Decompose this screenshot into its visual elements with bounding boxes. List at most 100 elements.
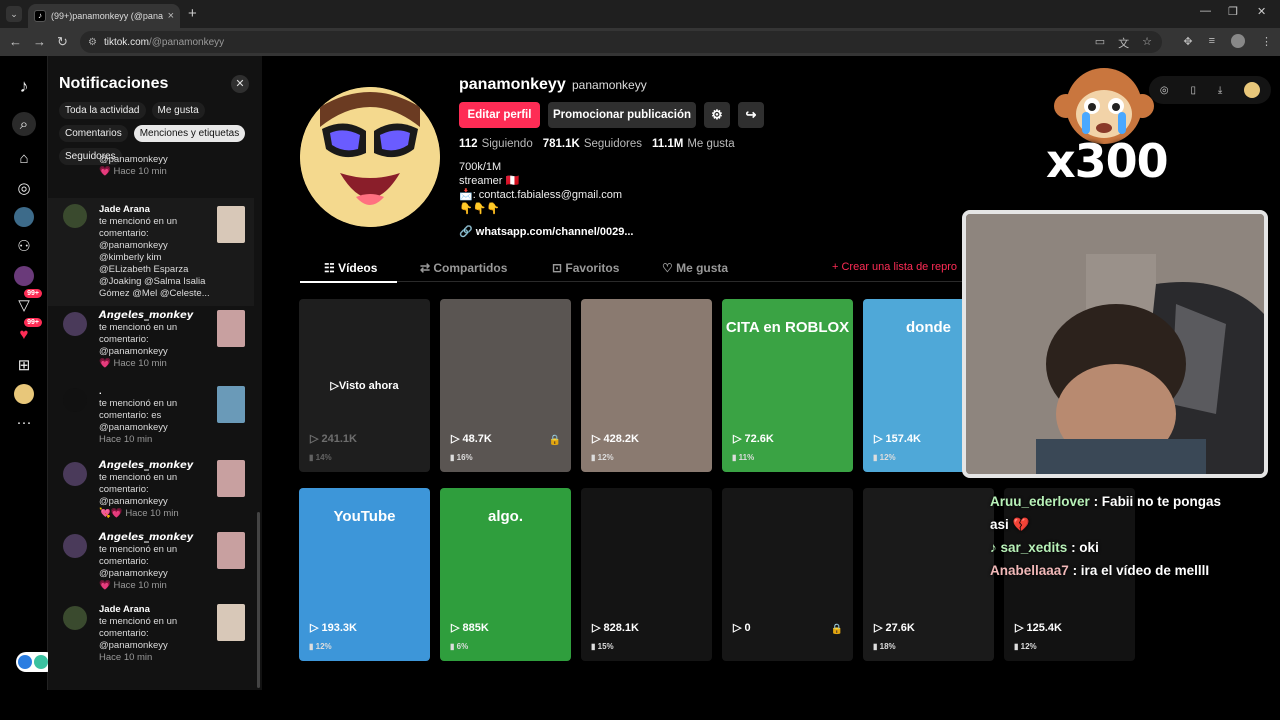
video-card[interactable]: ▷ Visto ahora ▷ 241.1K ▮ 14% bbox=[299, 299, 430, 472]
avatar[interactable] bbox=[63, 388, 87, 412]
activity-icon[interactable]: ▽ 99+ bbox=[12, 289, 42, 317]
filter-chip[interactable]: Comentarios bbox=[59, 125, 128, 142]
avatar[interactable] bbox=[63, 312, 87, 336]
profile-link[interactable]: 🔗 whatsapp.com/channel/0029... bbox=[459, 225, 634, 238]
url-input[interactable]: ⚙ tiktok.com/@panamonkeyy ▭ 文 ☆ bbox=[80, 31, 1162, 53]
notification-text: te mencionó en un bbox=[99, 322, 178, 333]
tab-close-icon[interactable]: × bbox=[168, 10, 174, 22]
stat-item[interactable]: 112 Siguiendo bbox=[459, 138, 533, 150]
following-avatar[interactable] bbox=[12, 205, 36, 229]
filter-chip[interactable]: Toda la actividad bbox=[59, 102, 146, 119]
video-card[interactable]: ▷ 828.1K ▮ 15% bbox=[581, 488, 712, 661]
promote-post-button[interactable]: Promocionar publicación bbox=[548, 102, 696, 128]
forward-icon[interactable]: → bbox=[33, 34, 46, 49]
url-path: /@panamonkeyy bbox=[148, 36, 225, 48]
video-card[interactable]: CITA en ROBLOX ▷ 72.6K ▮ 11% bbox=[722, 299, 853, 472]
video-card[interactable]: algo. ▷ 885K ▮ 6% bbox=[440, 488, 571, 661]
more-icon[interactable]: ··· bbox=[12, 410, 36, 434]
video-card[interactable]: ▷ 428.2K ▮ 12% bbox=[581, 299, 712, 472]
notification-text: comentario: bbox=[99, 556, 149, 567]
explore-icon[interactable]: ◎ bbox=[12, 176, 36, 200]
window-close-icon[interactable]: ✕ bbox=[1257, 5, 1266, 18]
tab-favorites[interactable]: ⊡ Favoritos bbox=[552, 261, 619, 275]
notification-thumbnail[interactable] bbox=[217, 460, 245, 497]
notification-item[interactable]: 𝘼𝙣𝙜𝙚𝙡𝙚𝙨_𝙢𝙤𝙣𝙠𝙚𝙮 te mencionó en un comentari… bbox=[48, 532, 254, 592]
notification-time: Hace 10 min bbox=[113, 580, 167, 591]
retention-percent: 12% bbox=[315, 642, 332, 651]
notification-user-name[interactable]: 𝘼𝙣𝙜𝙚𝙡𝙚𝙨_𝙢𝙤𝙣𝙠𝙚𝙮 bbox=[99, 532, 211, 544]
settings-gear-icon[interactable]: ⚙ bbox=[704, 102, 730, 128]
notification-thumbnail[interactable] bbox=[217, 310, 245, 347]
tab-liked[interactable]: ♡ Me gusta bbox=[662, 261, 728, 275]
extensions-icon[interactable]: ✥ bbox=[1183, 35, 1192, 48]
create-playlist-button[interactable]: + Crear una lista de repro bbox=[832, 261, 957, 273]
edit-profile-button[interactable]: Editar perfil bbox=[459, 102, 540, 128]
notification-user-name[interactable]: . bbox=[99, 386, 211, 398]
notification-user-name[interactable]: 𝘼𝙣𝙜𝙚𝙡𝙚𝙨_𝙢𝙤𝙣𝙠𝙚𝙮 bbox=[99, 460, 211, 472]
cast-icon[interactable]: ▭ bbox=[1095, 35, 1105, 51]
notification-item[interactable]: @panamonkeyy 💗 Hace 10 min bbox=[48, 154, 254, 178]
notification-thumbnail[interactable] bbox=[217, 532, 245, 569]
browser-tab[interactable]: ♪ (99+)panamonkeyy (@panamo… × bbox=[28, 4, 180, 28]
video-card[interactable]: ▷ 27.6K ▮ 18% bbox=[863, 488, 994, 661]
restore-icon[interactable]: ❐ bbox=[1228, 5, 1238, 18]
new-tab-icon[interactable]: + bbox=[188, 5, 197, 22]
notification-user-name[interactable]: 𝘼𝙣𝙜𝙚𝙡𝙚𝙨_𝙢𝙤𝙣𝙠𝙚𝙮 bbox=[99, 310, 211, 322]
tiktok-logo-icon[interactable]: ♪ bbox=[12, 74, 36, 98]
close-icon[interactable]: ✕ bbox=[231, 75, 249, 93]
video-card[interactable]: ▷ 0 🔒 bbox=[722, 488, 853, 661]
tab-shared[interactable]: ⇄ Compartidos bbox=[420, 261, 507, 275]
notification-item[interactable]: 𝘼𝙣𝙜𝙚𝙡𝙚𝙨_𝙢𝙤𝙣𝙠𝙚𝙮 te mencionó en un comentari… bbox=[48, 310, 254, 370]
back-icon[interactable]: ← bbox=[9, 34, 22, 49]
site-info-icon[interactable]: ⚙ bbox=[88, 37, 97, 48]
notification-text: te mencionó en un bbox=[99, 398, 178, 409]
stats-bar-icon: ▮ bbox=[309, 642, 316, 651]
home-icon[interactable]: ⌂ bbox=[12, 146, 36, 170]
video-card[interactable]: ▷ 48.7K ▮ 16% 🔒 bbox=[440, 299, 571, 472]
notification-thumbnail[interactable] bbox=[217, 386, 245, 423]
notification-item[interactable]: 𝘼𝙣𝙜𝙚𝙡𝙚𝙨_𝙢𝙤𝙣𝙠𝙚𝙮 te mencionó en un comentari… bbox=[48, 460, 254, 520]
messages-icon[interactable]: ♥ 99+ bbox=[12, 318, 42, 346]
avatar[interactable] bbox=[63, 534, 87, 558]
stat-item[interactable]: 11.1M Me gusta bbox=[652, 138, 735, 150]
friends-icon[interactable]: ⚇ bbox=[12, 234, 36, 258]
browser-menu-icon[interactable]: ⋮ bbox=[1261, 35, 1272, 48]
minimize-icon[interactable]: — bbox=[1200, 5, 1211, 17]
stream-chat: Aruu_ederlover : Fabii no te pongas asi … bbox=[990, 490, 1230, 582]
notification-user-name[interactable]: Jade Arana bbox=[99, 204, 211, 216]
profile-avatar[interactable] bbox=[12, 382, 36, 406]
filter-chip[interactable]: Menciones y etiquetas bbox=[133, 125, 246, 142]
notification-text: te mencionó en un bbox=[99, 216, 178, 227]
chat-message: Anabellaaa7 : ira el vídeo de melllI bbox=[990, 559, 1230, 582]
browser-profile-avatar[interactable] bbox=[1231, 34, 1245, 48]
tab-search-dropdown-icon[interactable]: ⌄ bbox=[6, 6, 22, 22]
avatar[interactable] bbox=[63, 606, 87, 630]
tab-videos[interactable]: ☷ Vídeos bbox=[324, 261, 377, 275]
device-icon[interactable]: ▯ bbox=[1190, 85, 1196, 96]
notification-item[interactable]: . te mencionó en un comentario: es @panamon… bbox=[48, 386, 254, 446]
upload-icon[interactable]: ⊞ bbox=[12, 353, 36, 377]
notification-user-name[interactable]: Jade Arana bbox=[99, 604, 211, 616]
reading-list-icon[interactable]: ≡ bbox=[1209, 35, 1215, 47]
notification-thumbnail[interactable] bbox=[217, 604, 245, 641]
avatar[interactable] bbox=[63, 462, 87, 486]
notification-item[interactable]: Jade Arana te mencionó en un comentario: @p… bbox=[48, 198, 254, 306]
filter-chip[interactable]: Me gusta bbox=[151, 102, 205, 119]
translate-icon[interactable]: 文 bbox=[1118, 35, 1129, 51]
notification-text: comentario: es bbox=[99, 410, 162, 421]
notification-item[interactable]: Jade Arana te mencionó en un comentario: @p… bbox=[48, 604, 254, 664]
live-avatar[interactable] bbox=[12, 264, 36, 288]
reload-icon[interactable]: ↻ bbox=[57, 34, 68, 50]
avatar[interactable] bbox=[63, 204, 87, 228]
video-card[interactable]: YouTube ▷ 193.3K ▮ 12% bbox=[299, 488, 430, 661]
user-avatar[interactable] bbox=[1244, 82, 1261, 98]
bookmark-star-icon[interactable]: ☆ bbox=[1142, 35, 1152, 51]
search-icon[interactable]: ⌕ bbox=[12, 112, 36, 136]
share-icon[interactable]: ↪ bbox=[738, 102, 764, 128]
notification-time: Hace 10 min bbox=[125, 508, 179, 519]
download-icon[interactable]: ⤓ bbox=[1218, 85, 1222, 96]
stat-item[interactable]: 781.1K Seguidores bbox=[543, 138, 642, 150]
scrollbar[interactable] bbox=[257, 512, 260, 688]
notification-thumbnail[interactable] bbox=[217, 206, 245, 243]
heart-emoji: 💘💗 bbox=[99, 508, 123, 519]
